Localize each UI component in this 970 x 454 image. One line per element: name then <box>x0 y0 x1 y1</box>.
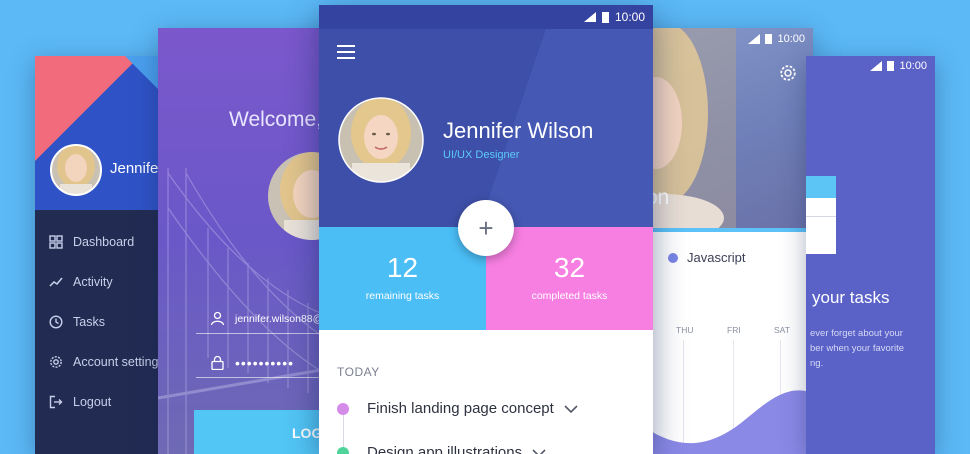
day-label: FRI <box>727 325 741 335</box>
battery-icon <box>765 34 773 44</box>
illustration-card <box>806 176 836 254</box>
signal-icon <box>748 34 761 44</box>
user-role: UI/UX Designer <box>443 149 520 161</box>
battery-icon <box>601 11 609 23</box>
task-label: Design app illustrations <box>367 444 523 454</box>
password-field[interactable]: •••••••••• <box>196 348 333 378</box>
chevron-down-icon[interactable] <box>564 404 578 414</box>
clock-icon <box>49 315 63 329</box>
onboarding-screen: 10:00 your tasks ever forget about your … <box>806 56 935 454</box>
welcome-heading: Welcome, <box>229 108 322 131</box>
menu-item-account-settings[interactable]: Account settings <box>35 342 165 382</box>
drawer-menu: Dashboard Activity Tasks Account setting… <box>35 222 165 422</box>
status-time: 10:00 <box>777 33 805 45</box>
onboarding-title: your tasks <box>812 288 890 307</box>
trending-up-icon <box>49 277 63 287</box>
profile-stats-screen: 10:00 on Javascript THU FRI SAT <box>646 28 813 454</box>
gear-icon <box>50 356 62 368</box>
area-chart-wave <box>646 390 813 454</box>
add-task-button[interactable]: + <box>458 200 514 256</box>
status-time: 10:00 <box>899 60 927 72</box>
menu-item-label: Account settings <box>73 355 165 369</box>
drawer-header: Jennifer <box>35 56 165 210</box>
status-bar: 10:00 <box>319 5 653 29</box>
signal-icon <box>870 61 883 71</box>
description-line: ever forget about your <box>810 328 903 339</box>
dashboard-icon <box>49 235 63 249</box>
task-dashboard-screen: 10:00 Jennifer Wilson UI/UX Designer 12 … <box>319 5 653 454</box>
task-item[interactable]: Design app illustrations <box>337 444 546 454</box>
profile-hero: 10:00 on <box>646 28 813 228</box>
menu-item-label: Dashboard <box>73 235 135 249</box>
task-bullet <box>337 446 349 454</box>
user-name: Jennifer Wilson <box>443 118 594 143</box>
legend-dot <box>668 252 678 263</box>
card-line <box>806 216 836 217</box>
description-line: ng. <box>810 358 824 369</box>
logout-icon <box>49 395 63 409</box>
password-value: •••••••••• <box>235 354 295 371</box>
menu-item-dashboard[interactable]: Dashboard <box>35 222 165 262</box>
task-bullet <box>337 402 349 415</box>
day-label: THU <box>676 325 694 335</box>
login-button[interactable]: LOG <box>194 410 333 454</box>
divider <box>646 228 813 232</box>
onboarding-description: ever forget about your ber when your fav… <box>810 326 904 371</box>
email-value: jennifer.wilson88@ <box>235 312 324 325</box>
remaining-count: 12 <box>386 252 419 283</box>
menu-item-activity[interactable]: Activity <box>35 262 165 302</box>
login-screen: Welcome, jennifer.wilson88@ •••••••••• L… <box>158 28 333 454</box>
task-label: Finish landing page concept <box>367 400 554 417</box>
avatar <box>338 97 424 183</box>
menu-item-logout[interactable]: Logout <box>35 382 165 422</box>
status-bar: 10:00 <box>870 60 927 72</box>
completed-count: 32 <box>553 252 586 283</box>
drawer-user-name: Jennifer <box>110 160 164 177</box>
user-icon <box>210 311 225 326</box>
section-heading: TODAY <box>337 365 380 379</box>
menu-item-label: Logout <box>73 395 112 409</box>
description-line: ber when your favorite <box>810 343 904 354</box>
completed-label: completed tasks <box>531 290 608 302</box>
menu-icon[interactable] <box>337 45 355 59</box>
battery-icon <box>887 61 895 71</box>
chevron-down-icon[interactable] <box>532 448 546 454</box>
remaining-tasks-stat[interactable]: 12 remaining tasks <box>319 227 486 330</box>
status-time: 10:00 <box>614 10 645 24</box>
chart-legend: Javascript <box>668 250 746 265</box>
remaining-label: remaining tasks <box>365 290 440 302</box>
legend-label: Javascript <box>687 250 746 265</box>
signal-icon <box>583 12 596 22</box>
task-item[interactable]: Finish landing page concept <box>337 400 578 417</box>
menu-item-label: Tasks <box>73 315 105 329</box>
day-label: SAT <box>774 325 790 335</box>
email-field[interactable]: jennifer.wilson88@ <box>196 304 333 334</box>
avatar <box>50 144 102 196</box>
profile-header: 10:00 Jennifer Wilson UI/UX Designer <box>319 5 653 227</box>
nav-drawer-screen: Jennifer Dashboard Activity Tasks Accoun… <box>35 56 165 454</box>
status-bar: 10:00 <box>748 33 805 45</box>
menu-item-tasks[interactable]: Tasks <box>35 302 165 342</box>
menu-item-label: Activity <box>73 275 113 289</box>
lock-icon <box>211 355 224 370</box>
completed-tasks-stat[interactable]: 32 completed tasks <box>486 227 653 330</box>
gear-icon[interactable] <box>779 64 797 82</box>
